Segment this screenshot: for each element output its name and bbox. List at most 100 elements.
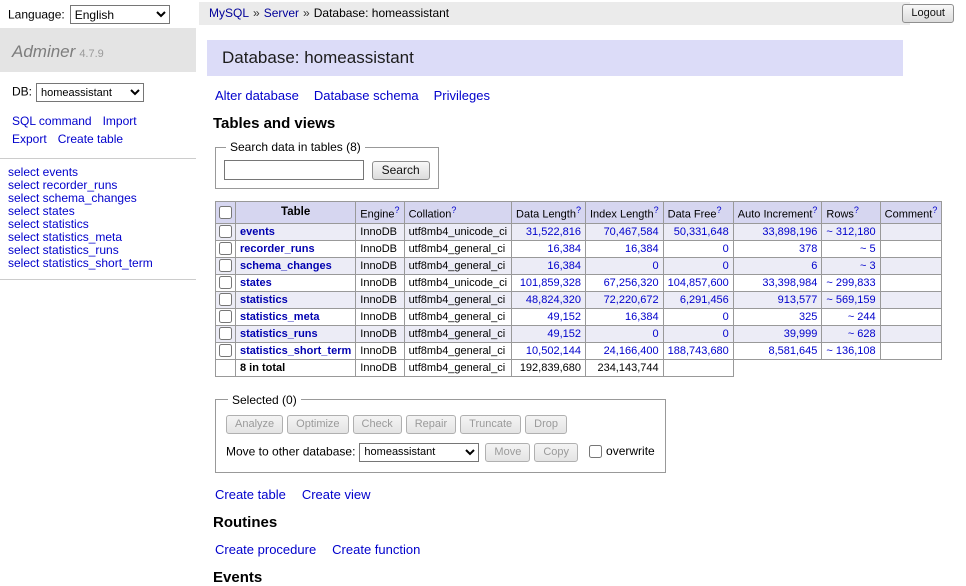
row-checkbox[interactable] — [219, 242, 232, 255]
copy-button[interactable]: Copy — [534, 443, 578, 462]
data-free-link[interactable]: 0 — [723, 243, 729, 255]
rows-link[interactable]: ~ 628 — [848, 328, 876, 340]
table-link[interactable]: recorder_runs — [240, 243, 315, 255]
index-length-link[interactable]: 16,384 — [625, 311, 659, 323]
row-checkbox[interactable] — [219, 327, 232, 340]
data-free-link[interactable]: 0 — [723, 260, 729, 272]
data-free-link[interactable]: 50,331,648 — [674, 226, 729, 238]
index-length-link[interactable]: 0 — [653, 260, 659, 272]
move-button[interactable]: Move — [485, 443, 530, 462]
row-checkbox[interactable] — [219, 310, 232, 323]
row-checkbox[interactable] — [219, 225, 232, 238]
row-checkbox[interactable] — [219, 276, 232, 289]
auto-increment-link[interactable]: 33,898,196 — [762, 226, 817, 238]
data-length-link[interactable]: 16,384 — [547, 243, 581, 255]
help-link[interactable]: ? — [932, 205, 937, 215]
data-length-link[interactable]: 16,384 — [547, 260, 581, 272]
bulk-action-button[interactable]: Truncate — [460, 415, 521, 434]
sidebar-item-table[interactable]: select statistics_short_term — [8, 257, 188, 270]
data-free-link[interactable]: 188,743,680 — [668, 345, 729, 357]
sidebar-action-link[interactable]: Import — [103, 114, 137, 128]
row-checkbox[interactable] — [219, 259, 232, 272]
table-link[interactable]: statistics_short_term — [240, 345, 351, 357]
help-link[interactable]: ? — [717, 205, 722, 215]
table-link[interactable]: statistics — [240, 294, 288, 306]
help-link[interactable]: ? — [812, 205, 817, 215]
auto-increment-link[interactable]: 378 — [799, 243, 817, 255]
search-input[interactable] — [224, 160, 364, 180]
routine-link[interactable]: Create procedure — [215, 542, 316, 557]
breadcrumb-separator: » — [303, 6, 310, 20]
index-length-cell: 0 — [585, 325, 663, 342]
data-free-link[interactable]: 6,291,456 — [680, 294, 729, 306]
sidebar-action-link[interactable]: Create table — [58, 132, 123, 146]
sidebar-table-list: select eventsselect recorder_runsselect … — [0, 159, 196, 280]
logout-button[interactable]: Logout — [902, 4, 954, 23]
overwrite-checkbox[interactable] — [589, 445, 602, 458]
index-length-link[interactable]: 16,384 — [625, 243, 659, 255]
table-link[interactable]: schema_changes — [240, 260, 332, 272]
data-length-link[interactable]: 31,522,816 — [526, 226, 581, 238]
index-length-link[interactable]: 0 — [653, 328, 659, 340]
table-link[interactable]: events — [240, 226, 275, 238]
help-link[interactable]: ? — [451, 205, 456, 215]
data-free-link[interactable]: 0 — [723, 328, 729, 340]
auto-increment-link[interactable]: 8,581,645 — [768, 345, 817, 357]
sidebar-action-link[interactable]: Export — [12, 132, 47, 146]
db-action-link[interactable]: Alter database — [215, 88, 299, 103]
overwrite-option[interactable]: overwrite — [588, 444, 655, 458]
data-length-link[interactable]: 49,152 — [547, 328, 581, 340]
db-select-label: DB: — [12, 85, 32, 99]
data-length-link[interactable]: 49,152 — [547, 311, 581, 323]
help-link[interactable]: ? — [654, 205, 659, 215]
routine-link[interactable]: Create function — [332, 542, 420, 557]
index-length-link[interactable]: 24,166,400 — [604, 345, 659, 357]
sidebar-action-link[interactable]: SQL command — [12, 114, 92, 128]
help-link[interactable]: ? — [576, 205, 581, 215]
bulk-action-button[interactable]: Drop — [525, 415, 567, 434]
rows-link[interactable]: ~ 312,180 — [826, 226, 875, 238]
row-checkbox[interactable] — [219, 293, 232, 306]
breadcrumb-link-server[interactable]: Server — [264, 6, 299, 20]
db-action-link[interactable]: Database schema — [314, 88, 419, 103]
bulk-action-button[interactable]: Optimize — [287, 415, 348, 434]
select-all-checkbox[interactable] — [219, 206, 232, 219]
table-link[interactable]: states — [240, 277, 272, 289]
help-link[interactable]: ? — [395, 205, 400, 215]
rows-link[interactable]: ~ 3 — [860, 260, 876, 272]
index-length-link[interactable]: 70,467,584 — [604, 226, 659, 238]
auto-increment-link[interactable]: 6 — [811, 260, 817, 272]
language-select[interactable]: English — [70, 5, 170, 24]
rows-link[interactable]: ~ 5 — [860, 243, 876, 255]
rows-link[interactable]: ~ 569,159 — [826, 294, 875, 306]
help-link[interactable]: ? — [854, 205, 859, 215]
db-action-link[interactable]: Privileges — [434, 88, 490, 103]
search-button[interactable]: Search — [372, 161, 430, 180]
rows-link[interactable]: ~ 244 — [848, 311, 876, 323]
create-link[interactable]: Create view — [302, 487, 371, 502]
app-name[interactable]: Adminer — [12, 42, 75, 61]
bulk-action-button[interactable]: Check — [353, 415, 402, 434]
move-db-select[interactable]: homeassistant — [359, 443, 479, 462]
create-link[interactable]: Create table — [215, 487, 286, 502]
db-select[interactable]: homeassistant — [36, 83, 144, 102]
index-length-link[interactable]: 67,256,320 — [604, 277, 659, 289]
data-free-link[interactable]: 104,857,600 — [668, 277, 729, 289]
table-link[interactable]: statistics_runs — [240, 328, 318, 340]
auto-increment-link[interactable]: 33,398,984 — [762, 277, 817, 289]
table-link[interactable]: statistics_meta — [240, 311, 320, 323]
data-length-link[interactable]: 101,859,328 — [520, 277, 581, 289]
rows-link[interactable]: ~ 136,108 — [826, 345, 875, 357]
data-length-link[interactable]: 10,502,144 — [526, 345, 581, 357]
data-free-link[interactable]: 0 — [723, 311, 729, 323]
data-length-link[interactable]: 48,824,320 — [526, 294, 581, 306]
auto-increment-link[interactable]: 325 — [799, 311, 817, 323]
row-checkbox[interactable] — [219, 344, 232, 357]
auto-increment-link[interactable]: 913,577 — [778, 294, 818, 306]
auto-increment-link[interactable]: 39,999 — [784, 328, 818, 340]
index-length-link[interactable]: 72,220,672 — [604, 294, 659, 306]
rows-link[interactable]: ~ 299,833 — [826, 277, 875, 289]
bulk-action-button[interactable]: Repair — [406, 415, 456, 434]
bulk-action-button[interactable]: Analyze — [226, 415, 283, 434]
breadcrumb-link-mysql[interactable]: MySQL — [209, 6, 249, 20]
